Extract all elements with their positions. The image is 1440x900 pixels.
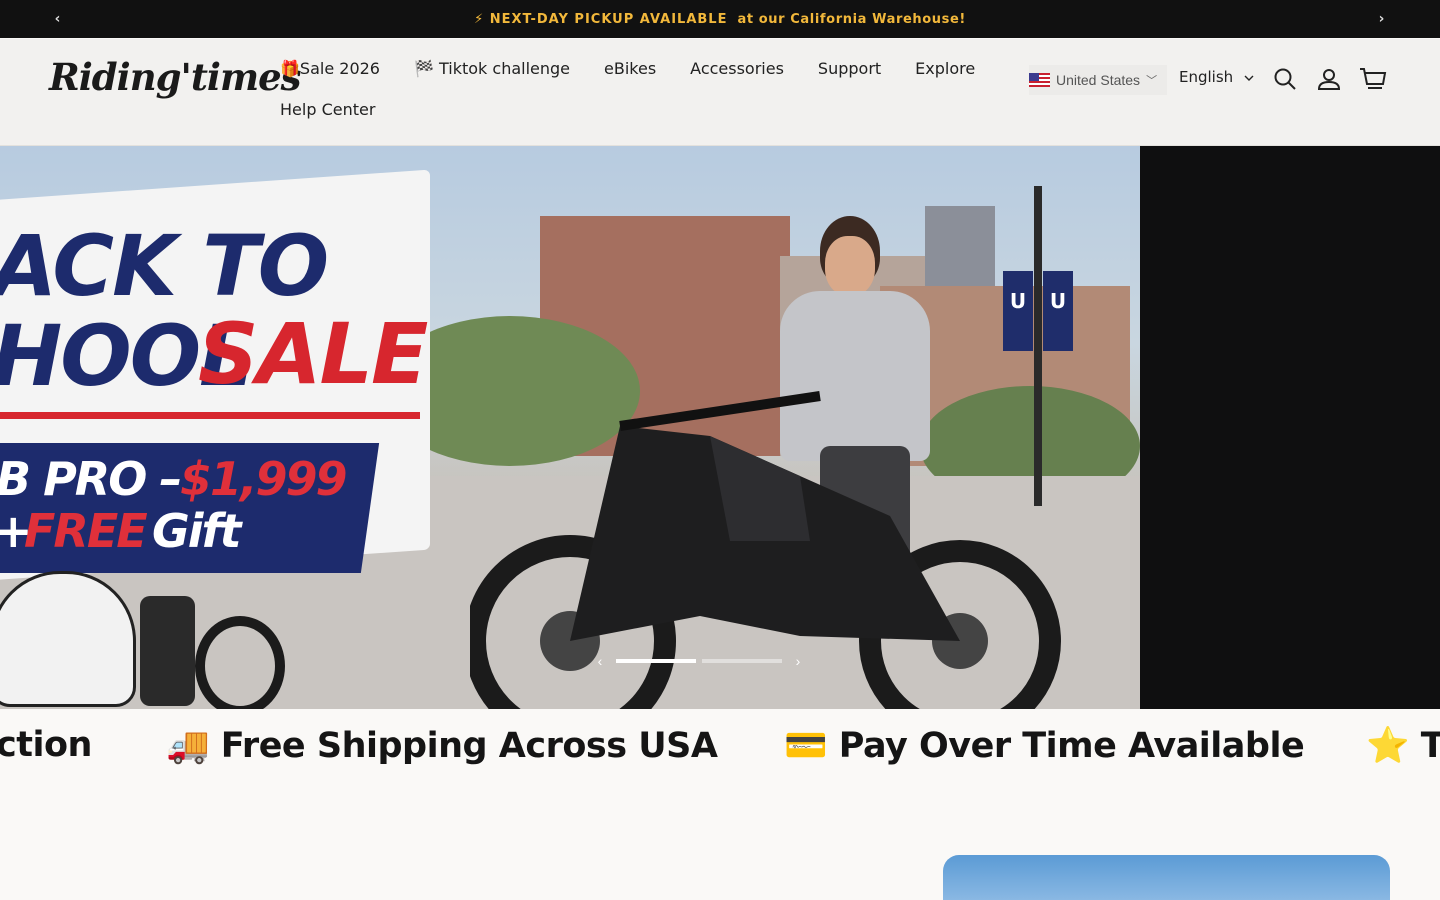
country-selector[interactable]: United States ﹀ <box>1029 65 1168 95</box>
carousel-dot-1-active[interactable] <box>616 659 696 663</box>
announcement-next-button[interactable]: › <box>1362 0 1402 38</box>
hero-gift-label: Gift <box>152 504 242 558</box>
announcement-bar: ‹ ⚡ NEXT-DAY PICKUP AVAILABLE at our Cal… <box>0 0 1440 38</box>
nav-item-support[interactable]: Support <box>818 57 881 81</box>
campus-banner: U <box>1003 271 1033 351</box>
nav-item-help-center[interactable]: Help Center <box>280 98 375 122</box>
nav-item-ebikes[interactable]: eBikes <box>604 57 656 81</box>
hero-headline-line1: ACK TO <box>0 217 329 315</box>
campus-banner-letter: U <box>1049 289 1067 313</box>
country-label: United States <box>1056 72 1141 88</box>
carousel-controls: ‹ › <box>590 653 808 669</box>
site-header: Riding'times 🎁Sale 2026 🏁 Tiktok challen… <box>0 39 1440 146</box>
ticker-item: ction <box>0 725 92 765</box>
featured-card-preview[interactable] <box>943 855 1390 900</box>
hero-price-value: $1,999 <box>180 452 348 506</box>
campus-banner-letter: U <box>1009 289 1027 313</box>
hero-dark-side-panel <box>1140 146 1440 709</box>
campus-banner: U <box>1043 271 1073 351</box>
chevron-down-icon: ﹀ <box>1146 75 1158 87</box>
red-stripe <box>0 412 420 419</box>
nav-item-tiktok-challenge[interactable]: 🏁 Tiktok challenge <box>414 57 570 81</box>
cable-lock-image <box>195 616 285 709</box>
language-selector[interactable]: English <box>1179 68 1254 86</box>
ticker-item-free-shipping: 🚚 Free Shipping Across USA <box>166 726 718 766</box>
hero-banner[interactable]: U U ACK TO HOOL SALE B PRO – $1,999 + FR… <box>0 146 1140 709</box>
phone-mount-image <box>140 596 195 706</box>
hero-price-model: B PRO – <box>0 452 182 506</box>
announcement-highlight: ⚡ NEXT-DAY PICKUP AVAILABLE <box>474 11 728 27</box>
chevron-left-icon: ‹ <box>54 11 62 27</box>
ticker-item: ⭐ T <box>1366 726 1440 766</box>
ticker-item-pay-over-time: 💳 Pay Over Time Available <box>784 726 1305 766</box>
announcement-prev-button[interactable]: ‹ <box>38 0 78 38</box>
nav-item-explore[interactable]: Explore <box>915 57 975 81</box>
carousel-prev-button[interactable]: ‹ <box>590 653 610 669</box>
benefits-ticker: ction 🚚 Free Shipping Across USA 💳 Pay O… <box>0 709 1440 785</box>
announcement-text: at our California Warehouse! <box>737 11 966 27</box>
carousel-next-button[interactable]: › <box>788 653 808 669</box>
chevron-down-icon <box>1244 75 1254 81</box>
nav-item-sale[interactable]: 🎁Sale 2026 <box>280 57 380 81</box>
main-nav: 🎁Sale 2026 🏁 Tiktok challenge eBikes Acc… <box>280 57 1000 122</box>
site-logo[interactable]: Riding'times <box>49 55 301 99</box>
account-icon[interactable] <box>1317 67 1341 91</box>
hero-gift-free: FREE <box>24 504 148 558</box>
cart-icon[interactable] <box>1359 67 1387 91</box>
language-label: English <box>1179 68 1234 86</box>
chevron-right-icon: › <box>1378 11 1386 27</box>
nav-item-accessories[interactable]: Accessories <box>690 57 784 81</box>
us-flag-icon <box>1029 73 1050 87</box>
carousel-dot-2[interactable] <box>702 659 782 663</box>
helmet-image <box>0 571 136 707</box>
hero-headline-line2-b: SALE <box>198 305 428 403</box>
search-icon[interactable] <box>1273 67 1297 91</box>
